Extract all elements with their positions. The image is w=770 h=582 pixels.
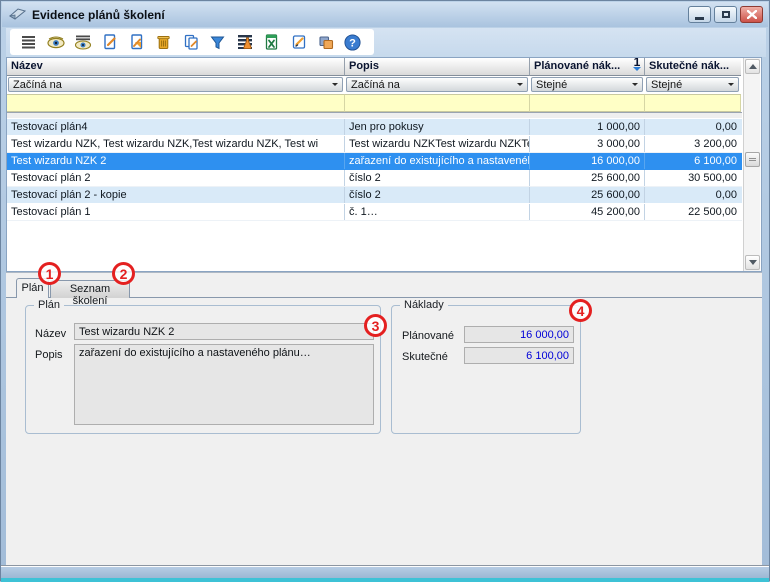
window-bottom-border bbox=[1, 565, 769, 582]
window-title: Evidence plánů školení bbox=[32, 8, 165, 22]
filter-operator-popis[interactable]: Začíná na bbox=[346, 77, 528, 92]
add-record-icon[interactable] bbox=[96, 31, 123, 53]
excel-export-icon[interactable] bbox=[258, 31, 285, 53]
plan-groupbox-title: Plán bbox=[34, 299, 64, 311]
view-columns-icon[interactable] bbox=[69, 31, 96, 53]
vertical-scrollbar[interactable] bbox=[743, 58, 760, 271]
sort-desc-icon bbox=[633, 67, 641, 75]
edit-record-icon[interactable] bbox=[123, 31, 150, 53]
scroll-up-button[interactable] bbox=[745, 59, 760, 74]
column-header-popis[interactable]: Popis bbox=[345, 58, 530, 76]
annotation-circle-4: 4 bbox=[569, 299, 592, 322]
chevron-down-icon bbox=[517, 83, 523, 89]
planovane-label: Plánované bbox=[402, 330, 454, 342]
filter-operator-row: Začíná na Začíná na Stejné Stejné bbox=[7, 76, 742, 94]
rows-icon[interactable] bbox=[15, 31, 42, 53]
actual-costs-field[interactable]: 6 100,00 bbox=[464, 347, 574, 364]
naklady-groupbox-title: Náklady bbox=[400, 299, 448, 311]
preview-eye-icon[interactable] bbox=[42, 31, 69, 53]
table-header-row: Název Popis Plánované nák... 1 Skutečné … bbox=[7, 58, 742, 76]
copy-record-icon[interactable] bbox=[177, 31, 204, 53]
plans-table: Název Popis Plánované nák... 1 Skutečné … bbox=[6, 57, 762, 272]
table-row[interactable]: Testovací plán4 Jen pro pokusy 1 000,00 … bbox=[7, 119, 742, 136]
column-header-skutecne[interactable]: Skutečné nák... bbox=[645, 58, 741, 76]
scrollbar-thumb[interactable] bbox=[745, 152, 760, 167]
table-row[interactable]: Testovací plán 2 - kopie číslo 2 25 600,… bbox=[7, 187, 742, 204]
arrow-up-icon bbox=[749, 60, 757, 69]
app-window: Evidence plánů školení bbox=[0, 0, 770, 581]
planned-costs-field[interactable]: 16 000,00 bbox=[464, 326, 574, 343]
app-icon bbox=[9, 7, 26, 22]
title-bar[interactable]: Evidence plánů školení bbox=[2, 2, 768, 27]
scroll-down-button[interactable] bbox=[745, 255, 760, 270]
close-icon bbox=[747, 10, 757, 19]
help-icon[interactable]: ? bbox=[339, 31, 366, 53]
plan-name-field[interactable]: Test wizardu NZK 2 bbox=[74, 323, 374, 340]
nazev-label: Název bbox=[35, 328, 66, 340]
detail-panel: Plán Název Test wizardu NZK 2 Popis zařa… bbox=[6, 297, 762, 565]
filter-operator-skutecne[interactable]: Stejné bbox=[646, 77, 739, 92]
quick-filter-planovane[interactable] bbox=[530, 94, 645, 112]
quick-filter-row bbox=[7, 94, 742, 112]
filter-icon[interactable] bbox=[204, 31, 231, 53]
annotation-circle-2: 2 bbox=[112, 262, 135, 285]
restore-button[interactable] bbox=[714, 6, 737, 23]
skutecne-label: Skutečné bbox=[402, 351, 448, 363]
plan-groupbox: Plán Název Test wizardu NZK 2 Popis zařa… bbox=[25, 305, 381, 434]
annotation-circle-1: 1 bbox=[38, 262, 61, 285]
quick-filter-skutecne[interactable] bbox=[645, 94, 741, 112]
toolbar-icon-group: ? bbox=[10, 29, 374, 55]
arrow-down-icon bbox=[749, 260, 757, 269]
svg-text:?: ? bbox=[349, 37, 356, 49]
minimize-button[interactable] bbox=[688, 6, 711, 23]
sort-order-badge: 1 bbox=[633, 58, 641, 75]
chevron-down-icon bbox=[332, 83, 338, 89]
minimize-icon bbox=[695, 17, 704, 20]
note-edit-icon[interactable] bbox=[285, 31, 312, 53]
filter-data-separator bbox=[7, 112, 742, 119]
table-row[interactable]: Testovací plán 1 č. 1… 45 200,00 22 500,… bbox=[7, 204, 742, 221]
column-header-nazev[interactable]: Název bbox=[7, 58, 345, 76]
delete-record-icon[interactable] bbox=[150, 31, 177, 53]
column-header-planovane[interactable]: Plánované nák... 1 bbox=[530, 58, 645, 76]
quick-filter-nazev[interactable] bbox=[7, 94, 345, 112]
chevron-down-icon bbox=[728, 83, 734, 89]
print-icon[interactable] bbox=[312, 31, 339, 53]
filter-operator-nazev[interactable]: Začíná na bbox=[8, 77, 343, 92]
close-button[interactable] bbox=[740, 6, 763, 23]
table-row-selected[interactable]: Test wizardu NZK 2 zařazení do existujíc… bbox=[7, 153, 742, 170]
quick-filter-popis[interactable] bbox=[345, 94, 530, 112]
plan-description-field[interactable]: zařazení do existujícího a nastaveného p… bbox=[74, 344, 374, 425]
chevron-down-icon bbox=[632, 83, 638, 89]
restore-icon bbox=[722, 11, 730, 18]
table-row[interactable]: Test wizardu NZK, Test wizardu NZK,Test … bbox=[7, 136, 742, 153]
popis-label: Popis bbox=[35, 349, 63, 361]
naklady-groupbox: Náklady Plánované 16 000,00 Skutečné 6 1… bbox=[391, 305, 581, 434]
annotation-circle-3: 3 bbox=[364, 314, 387, 337]
filter-operator-planovane[interactable]: Stejné bbox=[531, 77, 643, 92]
toolbar: ? bbox=[6, 28, 766, 57]
table-row[interactable]: Testovací plán 2 číslo 2 25 600,00 30 50… bbox=[7, 170, 742, 187]
analysis-icon[interactable] bbox=[231, 31, 258, 53]
